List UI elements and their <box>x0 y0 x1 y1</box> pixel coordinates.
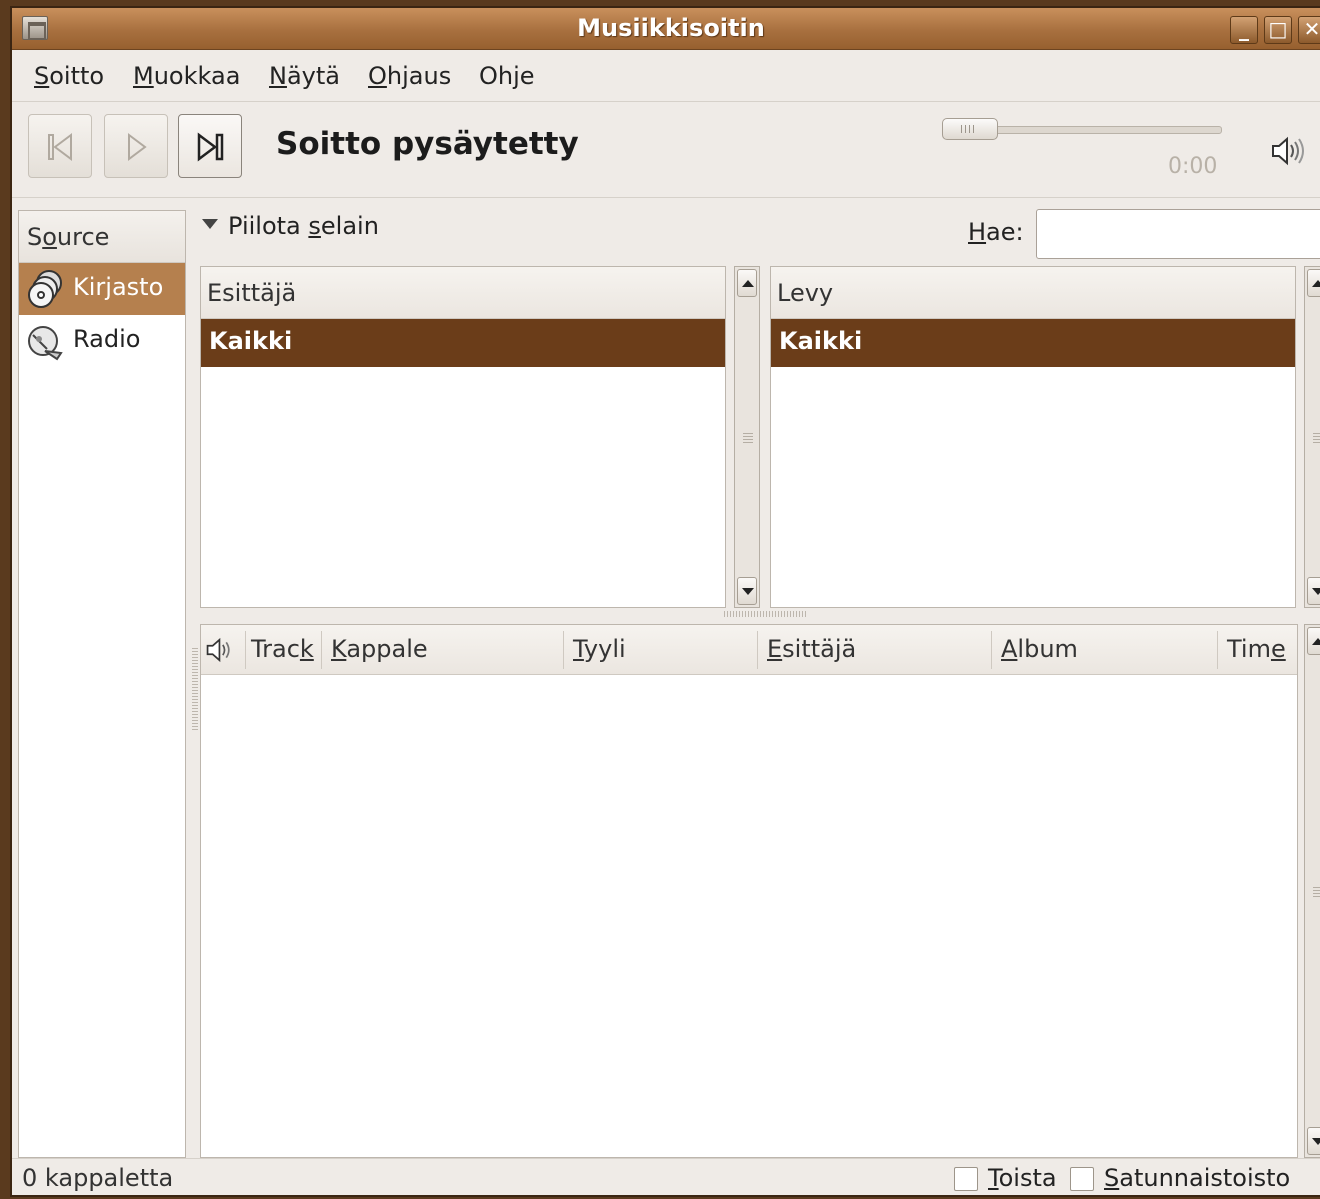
menu-muokkaa[interactable]: Muokkaa <box>133 62 240 90</box>
column-album[interactable]: Album <box>1001 635 1078 663</box>
album-row-all[interactable]: Kaikki <box>771 319 1295 367</box>
playback-status: Soitto pysäytetty <box>276 126 579 162</box>
next-button[interactable] <box>178 114 242 178</box>
play-button[interactable] <box>104 114 168 178</box>
track-list-header: Track Kappale Tyyli Esittäjä Album Time <box>201 625 1297 675</box>
minimize-button[interactable]: _ <box>1230 16 1258 44</box>
expander-triangle-icon <box>202 219 218 229</box>
source-item-kirjasto[interactable]: Kirjasto <box>19 263 185 315</box>
library-icon <box>28 270 62 308</box>
scroll-up-icon[interactable] <box>1307 269 1320 297</box>
menu-bar: Soitto Muokkaa Näytä Ohjaus Ohje <box>12 50 1320 102</box>
column-separator <box>1217 631 1218 669</box>
column-separator <box>757 631 758 669</box>
previous-button[interactable] <box>28 114 92 178</box>
menu-ohje[interactable]: Ohje <box>479 62 535 90</box>
repeat-label[interactable]: Toista <box>988 1164 1057 1192</box>
playing-column-icon[interactable] <box>205 637 239 663</box>
menu-nayta[interactable]: Näytä <box>269 62 340 90</box>
scroll-down-icon[interactable] <box>737 577 757 605</box>
radio-icon <box>28 326 63 361</box>
search-input[interactable] <box>1036 209 1320 259</box>
scroll-grip <box>1313 433 1320 443</box>
pane-resize-handle[interactable] <box>724 611 806 617</box>
track-list-scrollbar[interactable] <box>1304 624 1320 1158</box>
scroll-down-icon[interactable] <box>1307 1127 1320 1155</box>
album-scrollbar[interactable] <box>1304 266 1320 608</box>
column-kappale[interactable]: Kappale <box>331 635 428 663</box>
next-icon <box>197 132 224 162</box>
scroll-grip <box>1313 887 1320 897</box>
album-column-header[interactable]: Levy <box>771 267 1295 319</box>
column-separator <box>321 631 322 669</box>
artist-column-header[interactable]: Esittäjä <box>201 267 725 319</box>
sidebar-resize-handle[interactable] <box>192 648 198 730</box>
column-tyyli[interactable]: Tyyli <box>573 635 626 663</box>
track-count: 0 kappaletta <box>22 1164 174 1192</box>
column-separator <box>563 631 564 669</box>
play-icon <box>128 133 147 161</box>
source-label: Kirjasto <box>73 273 164 301</box>
toolbar: Soitto pysäytetty 0:00 <box>12 102 1320 198</box>
menu-ohjaus[interactable]: Ohjaus <box>368 62 451 90</box>
source-label: Radio <box>73 325 141 353</box>
column-track[interactable]: Track <box>251 635 314 663</box>
source-item-radio[interactable]: Radio <box>19 315 185 367</box>
maximize-button[interactable]: □ <box>1264 16 1292 44</box>
title-bar[interactable]: Musiikkisoitin _ □ ✕ <box>12 8 1320 50</box>
artist-scrollbar[interactable] <box>734 266 760 608</box>
hide-browser-toggle[interactable]: Piilota selain <box>202 212 379 240</box>
source-list: Source Kirjasto Radio <box>18 210 186 1158</box>
app-window: Musiikkisoitin _ □ ✕ Soitto Muokkaa Näyt… <box>10 6 1320 1197</box>
column-time[interactable]: Time <box>1227 635 1286 663</box>
volume-icon[interactable] <box>1270 136 1310 166</box>
shuffle-label[interactable]: Satunnaistoisto <box>1104 1164 1290 1192</box>
elapsed-time: 0:00 <box>1168 154 1218 179</box>
track-list: Track Kappale Tyyli Esittäjä Album Time <box>200 624 1298 1158</box>
column-esittaja[interactable]: Esittäjä <box>767 635 856 663</box>
status-bar: 0 kappaletta Toista Satunnaistoisto <box>12 1158 1320 1199</box>
scroll-up-icon[interactable] <box>1307 627 1320 655</box>
previous-icon <box>48 133 72 161</box>
source-header[interactable]: Source <box>19 211 185 263</box>
column-separator <box>991 631 992 669</box>
album-browser: Levy Kaikki <box>770 266 1296 608</box>
artist-browser: Esittäjä Kaikki <box>200 266 726 608</box>
scroll-up-icon[interactable] <box>737 269 757 297</box>
column-separator <box>245 631 246 669</box>
menu-soitto[interactable]: Soitto <box>34 62 104 90</box>
shuffle-checkbox[interactable] <box>1070 1167 1094 1191</box>
repeat-checkbox[interactable] <box>954 1167 978 1191</box>
scroll-down-icon[interactable] <box>1307 577 1320 605</box>
seek-slider-thumb[interactable] <box>942 118 998 140</box>
close-button[interactable]: ✕ <box>1298 16 1320 44</box>
scroll-grip <box>743 433 753 443</box>
artist-row-all[interactable]: Kaikki <box>201 319 725 367</box>
search-label: Hae: <box>968 218 1024 246</box>
window-title: Musiikkisoitin <box>577 14 765 42</box>
